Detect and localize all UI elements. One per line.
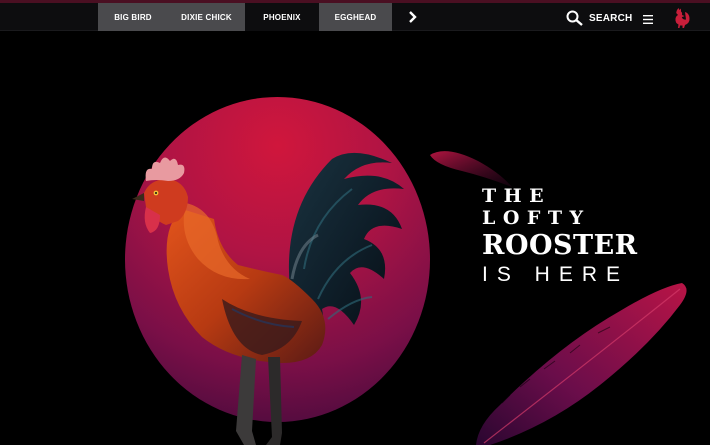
search-icon: [566, 10, 583, 26]
headline-line-3: IS HERE: [482, 263, 630, 286]
chevron-right-icon: [409, 11, 417, 23]
feather-large: [476, 283, 687, 445]
hero-banner: THE LOFTY ROOSTER IS HERE: [0, 31, 710, 445]
tab-big-bird[interactable]: BIG BIRD: [98, 3, 168, 31]
tab-phoenix[interactable]: PHOENIX: [245, 3, 319, 31]
search-button[interactable]: SEARCH: [566, 9, 632, 27]
hamburger-menu-icon: [643, 15, 653, 24]
feather-small: [430, 151, 512, 187]
tab-dixie-chick[interactable]: DIXIE CHICK: [168, 3, 245, 31]
menu-button[interactable]: [642, 12, 655, 24]
top-navigation-bar: BIG BIRD DIXIE CHICK PHOENIX EGGHEAD SEA…: [0, 0, 710, 31]
hero-headline: THE LOFTY ROOSTER IS HERE: [482, 185, 648, 288]
category-tabs: BIG BIRD DIXIE CHICK PHOENIX EGGHEAD: [98, 3, 392, 31]
next-tabs-button[interactable]: [403, 7, 423, 27]
headline-line-1: THE LOFTY: [482, 185, 591, 229]
rooster-logo-icon[interactable]: [668, 7, 692, 31]
search-label: SEARCH: [589, 12, 633, 24]
headline-line-2: ROOSTER: [482, 230, 638, 261]
rooster-image: [132, 152, 404, 445]
tab-egghead[interactable]: EGGHEAD: [319, 3, 392, 31]
